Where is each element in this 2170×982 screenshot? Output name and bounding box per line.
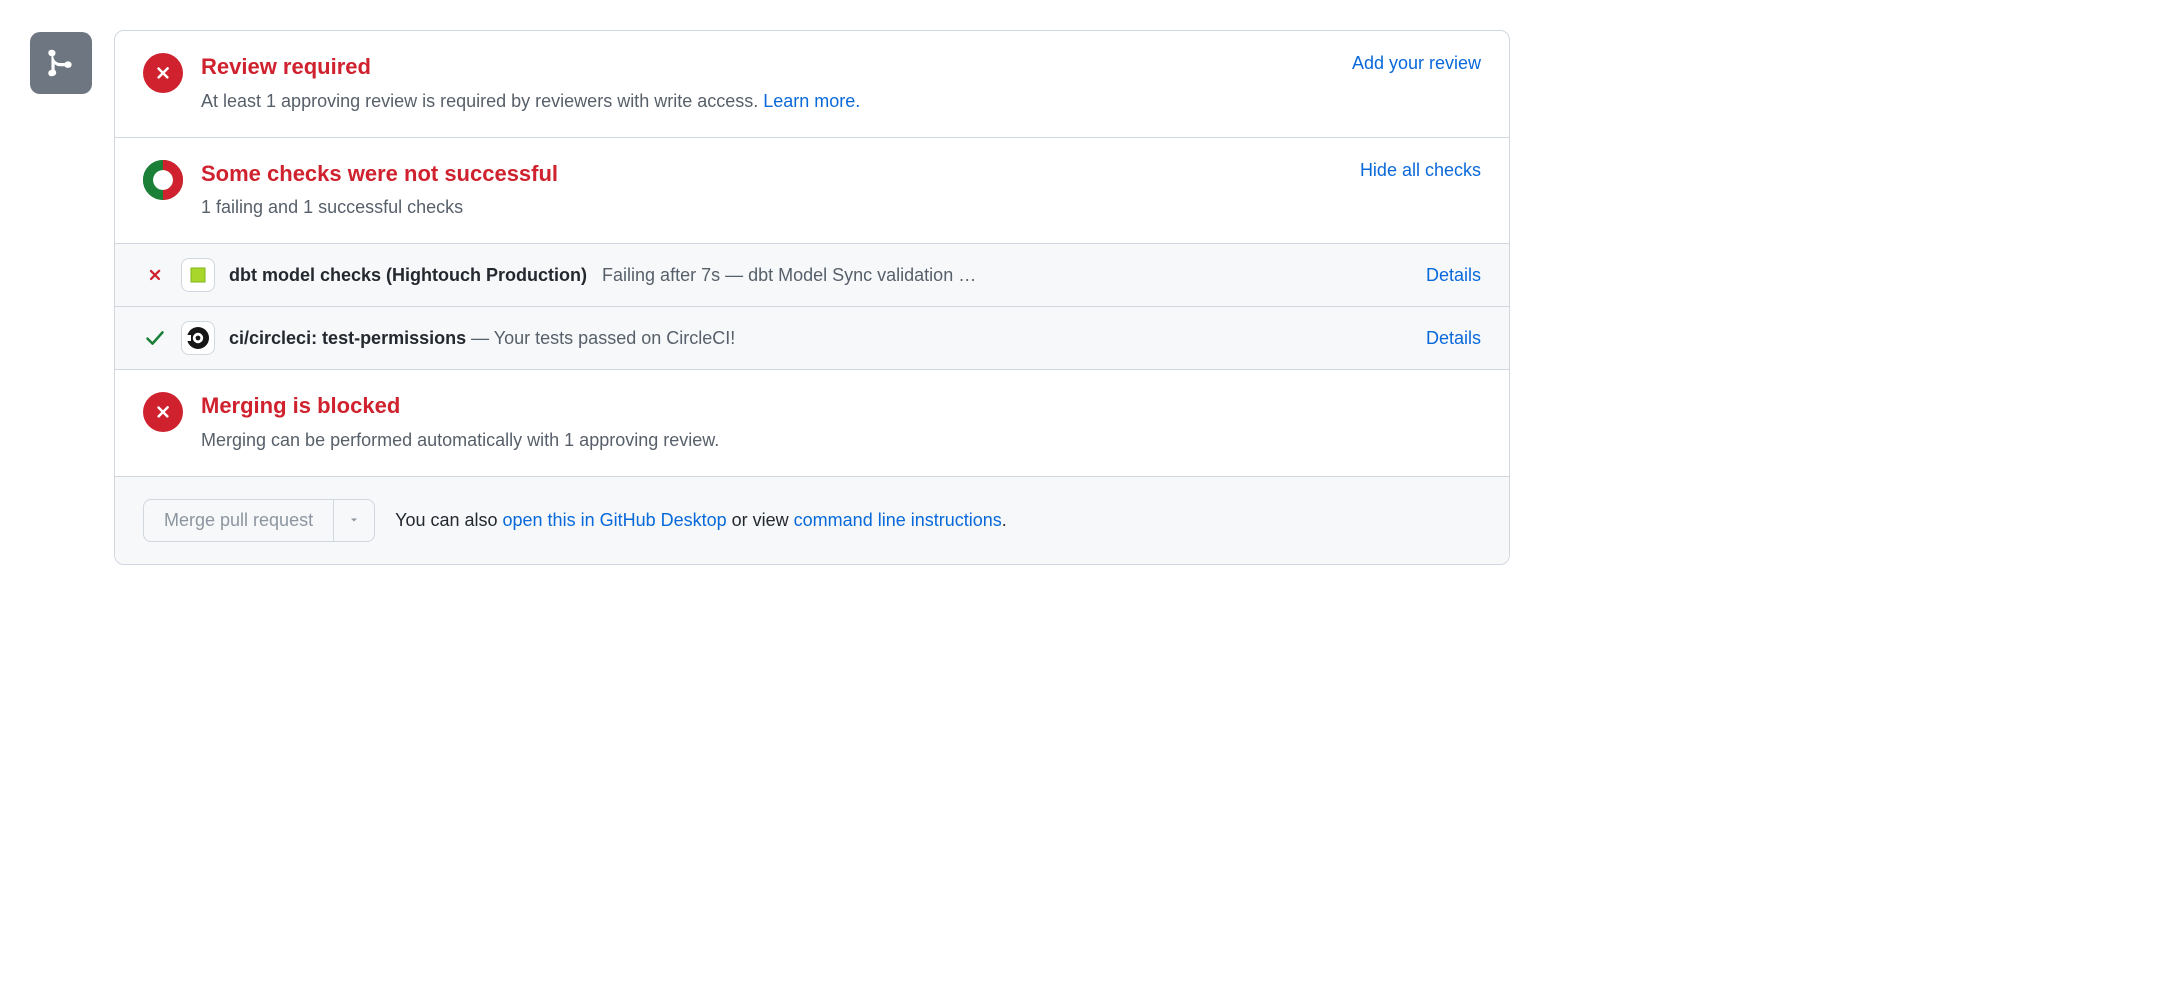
check-icon [143, 326, 167, 350]
check-text: ci/circleci: test-permissions — Your tes… [229, 328, 1412, 349]
merge-footer: Merge pull request You can also open thi… [115, 476, 1509, 564]
footer-text-suffix: . [1002, 510, 1007, 530]
hightouch-app-icon [181, 258, 215, 292]
git-merge-icon [30, 32, 92, 94]
add-your-review-link[interactable]: Add your review [1352, 53, 1481, 73]
check-name: ci/circleci: test-permissions [229, 328, 466, 348]
check-message: — Your tests passed on CircleCI! [466, 328, 735, 348]
merging-blocked-subtitle: Merging can be performed automatically w… [201, 427, 1481, 454]
check-text: dbt model checks (Hightouch Production) … [229, 265, 1412, 286]
merging-blocked-title: Merging is blocked [201, 392, 1481, 421]
review-required-section: Review required At least 1 approving rev… [115, 31, 1509, 137]
check-message: Failing after 7s — dbt Model Sync valida… [602, 265, 976, 285]
review-subtitle-text: At least 1 approving review is required … [201, 91, 763, 111]
merge-button-group: Merge pull request [143, 499, 375, 542]
checks-title: Some checks were not successful [201, 160, 1342, 189]
x-circle-icon [143, 53, 183, 93]
check-row: ci/circleci: test-permissions — Your tes… [115, 306, 1509, 369]
check-name: dbt model checks (Hightouch Production) [229, 265, 587, 285]
merge-status-panel: Review required At least 1 approving rev… [114, 30, 1510, 565]
merge-pull-request-button[interactable]: Merge pull request [143, 499, 333, 542]
footer-text-mid: or view [727, 510, 794, 530]
merge-options-dropdown[interactable] [333, 499, 375, 542]
x-icon [143, 263, 167, 287]
checks-list: dbt model checks (Hightouch Production) … [115, 243, 1509, 369]
check-details-link[interactable]: Details [1426, 328, 1481, 349]
checks-summary-text: 1 failing and 1 successful checks [201, 194, 1342, 221]
check-row: dbt model checks (Hightouch Production) … [115, 244, 1509, 306]
footer-text-prefix: You can also [395, 510, 502, 530]
hide-all-checks-link[interactable]: Hide all checks [1360, 160, 1481, 180]
review-required-subtitle: At least 1 approving review is required … [201, 88, 1334, 115]
x-circle-icon [143, 392, 183, 432]
command-line-instructions-link[interactable]: command line instructions [794, 510, 1002, 530]
learn-more-link[interactable]: Learn more. [763, 91, 860, 111]
caret-down-icon [348, 514, 360, 526]
review-required-title: Review required [201, 53, 1334, 82]
circleci-app-icon [181, 321, 215, 355]
check-details-link[interactable]: Details [1426, 265, 1481, 286]
merge-footer-text: You can also open this in GitHub Desktop… [395, 510, 1007, 531]
checks-summary-section: Some checks were not successful 1 failin… [115, 137, 1509, 244]
open-in-desktop-link[interactable]: open this in GitHub Desktop [503, 510, 727, 530]
merging-blocked-section: Merging is blocked Merging can be perfor… [115, 369, 1509, 476]
checks-donut-icon [143, 160, 183, 200]
